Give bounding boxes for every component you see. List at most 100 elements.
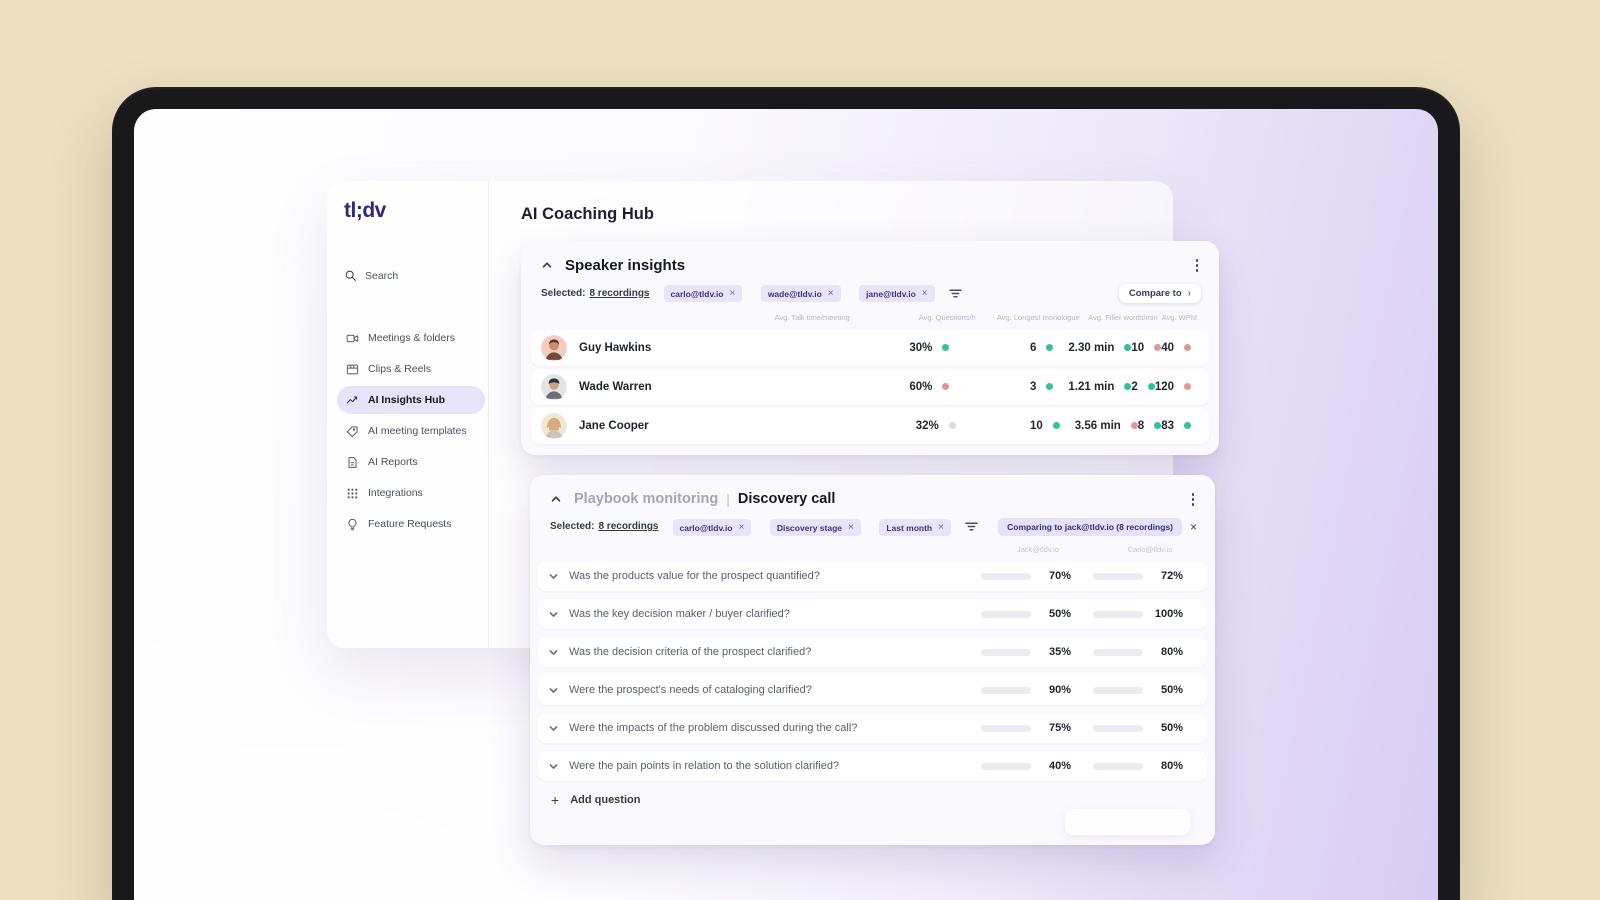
comparison-left: 50% <box>981 608 1079 620</box>
kebab-menu-icon[interactable] <box>1189 490 1198 509</box>
filter-chip-label: carlo@tldv.io <box>679 522 733 533</box>
status-dot <box>942 344 950 351</box>
search-label: Search <box>365 269 399 282</box>
filter-chip[interactable]: carlo@tldv.io × <box>663 285 743 303</box>
speaker-name: Wade Warren <box>579 380 652 393</box>
search-button[interactable]: Search <box>344 269 488 282</box>
chip-close-icon[interactable]: × <box>739 522 745 532</box>
progress-bar <box>981 610 1031 618</box>
metric-monologue: 1.21 min <box>1053 381 1132 393</box>
progress-bar <box>1093 762 1143 770</box>
lightbulb-icon <box>346 518 359 531</box>
sidebar-item-clips-reels[interactable]: Clips & Reels <box>337 355 485 383</box>
comparison-columns: Jack@tldv.io Carlo@tldv.io <box>530 545 1215 554</box>
ghost-pill <box>1065 809 1190 835</box>
sidebar-item-label: AI Insights Hub <box>368 394 445 406</box>
comparing-to-chip[interactable]: Comparing to jack@tldv.io (8 recordings) <box>998 517 1182 536</box>
filter-chip[interactable]: Discovery stage × <box>769 519 861 536</box>
progress-value: 70% <box>1048 570 1071 582</box>
question-row[interactable]: Was the products value for the prospect … <box>538 561 1207 591</box>
selected-count-link[interactable]: 8 recordings <box>589 288 649 299</box>
question-row[interactable]: Was the decision criteria of the prospec… <box>538 637 1207 667</box>
collapse-chevron-up-icon[interactable] <box>550 493 562 505</box>
question-row[interactable]: Were the pain points in relation to the … <box>538 751 1207 781</box>
chevron-down-icon[interactable] <box>548 685 559 696</box>
progress-bar <box>1093 686 1143 694</box>
chevron-down-icon[interactable] <box>548 647 559 658</box>
chevron-right-icon: › <box>1187 287 1191 299</box>
title-separator: | <box>726 491 730 508</box>
sidebar-item-ai-meeting-templates[interactable]: AI meeting templates <box>337 417 485 445</box>
speaker-name: Jane Cooper <box>579 419 649 432</box>
column-header: Avg. WPM <box>1161 312 1197 322</box>
filter-lines-icon[interactable] <box>965 521 978 532</box>
avatar <box>541 373 567 400</box>
status-dot <box>1184 422 1191 429</box>
metric-questions: 10 <box>956 420 1060 432</box>
collapse-chevron-up-icon[interactable] <box>541 259 553 271</box>
question-text: Were the impacts of the problem discusse… <box>569 722 858 734</box>
kebab-menu-icon[interactable] <box>1193 256 1202 275</box>
metric-monologue: 3.56 min <box>1060 420 1138 432</box>
question-text: Was the products value for the prospect … <box>569 570 820 582</box>
selected-label: Selected: <box>541 287 586 299</box>
chip-close-icon[interactable]: × <box>848 522 854 532</box>
comparison-right: 72% <box>1093 570 1191 582</box>
chevron-down-icon[interactable] <box>548 571 559 582</box>
status-dot <box>1046 344 1054 351</box>
comparison-left: 75% <box>981 722 1079 734</box>
progress-bar <box>981 762 1031 770</box>
speaker-table-rows: Guy Hawkins 30% 6 2.30 min 10 40 Wade Wa… <box>531 329 1209 444</box>
laptop-screen: tl;dv Search Meetings & folders Clips & … <box>134 109 1438 900</box>
chevron-down-icon[interactable] <box>548 761 559 772</box>
filter-chip[interactable]: carlo@tldv.io × <box>672 519 752 536</box>
question-rows: Was the products value for the prospect … <box>538 561 1207 781</box>
comparison-right: 100% <box>1093 608 1191 620</box>
chip-close-icon[interactable]: × <box>922 288 928 298</box>
playbook-filter-row: Selected: 8 recordings carlo@tldv.io × D… <box>530 509 1215 536</box>
filter-chip[interactable]: wade@tldv.io × <box>760 285 841 303</box>
video-camera-icon <box>346 332 359 345</box>
chip-close-icon[interactable]: × <box>730 288 736 298</box>
comparison-right: 80% <box>1093 646 1191 658</box>
filter-lines-icon[interactable] <box>948 288 962 299</box>
comparison-right: 50% <box>1093 722 1191 734</box>
selected-count-link[interactable]: 8 recordings <box>598 521 658 532</box>
speaker-insights-title: Speaker insights <box>565 256 686 274</box>
metric-questions: 6 <box>949 342 1054 354</box>
add-question-button[interactable]: + Add question <box>551 793 1215 807</box>
comparison-left: 40% <box>981 760 1079 772</box>
sidebar-item-feature-requests[interactable]: Feature Requests <box>337 510 485 538</box>
page-title: AI Coaching Hub <box>521 205 654 223</box>
sidebar-item-integrations[interactable]: Integrations <box>337 479 485 507</box>
comparison-left: 35% <box>981 646 1079 658</box>
selected-label: Selected: <box>550 521 595 533</box>
filter-chip[interactable]: Last month × <box>879 519 951 536</box>
metric-talk-time: 32% <box>830 420 956 432</box>
status-dot <box>1124 383 1132 390</box>
chip-close-icon[interactable]: × <box>828 288 834 298</box>
question-row[interactable]: Were the impacts of the problem discusse… <box>538 713 1207 743</box>
comparing-close-icon[interactable]: × <box>1190 520 1197 534</box>
sidebar-item-meetings-folders[interactable]: Meetings & folders <box>337 324 485 352</box>
filter-chip-label: wade@tldv.io <box>767 288 822 299</box>
question-row[interactable]: Were the prospect's needs of cataloging … <box>538 675 1207 705</box>
chip-close-icon[interactable]: × <box>938 522 944 532</box>
filter-chip[interactable]: jane@tldv.io × <box>859 285 935 303</box>
table-row-jane-cooper[interactable]: Jane Cooper 32% 10 3.56 min 8 83 <box>531 407 1209 444</box>
sidebar-item-ai-insights-hub[interactable]: AI Insights Hub <box>337 386 485 414</box>
metric-monologue: 2.30 min <box>1053 342 1132 354</box>
question-row[interactable]: Was the key decision maker / buyer clari… <box>538 599 1207 629</box>
sidebar-item-ai-reports[interactable]: AI Reports <box>337 448 485 476</box>
speaker-filter-chips: carlo@tldv.io × wade@tldv.io × jane@tldv… <box>650 284 935 303</box>
sidebar-item-label: Integrations <box>368 487 423 499</box>
speaker-insights-panel: Speaker insights Selected: 8 recordings … <box>521 241 1219 455</box>
chevron-down-icon[interactable] <box>548 723 559 734</box>
chevron-down-icon[interactable] <box>548 609 559 620</box>
compare-to-button[interactable]: Compare to › <box>1118 283 1201 303</box>
table-row-wade-warren[interactable]: Wade Warren 60% 3 1.21 min 2 120 <box>531 368 1209 405</box>
metric-wpm: 40 <box>1161 342 1191 354</box>
status-dot <box>1184 383 1191 390</box>
playbook-monitoring-panel: Playbook monitoring | Discovery call Sel… <box>530 475 1215 845</box>
table-row-guy-hawkins[interactable]: Guy Hawkins 30% 6 2.30 min 10 40 <box>531 329 1209 366</box>
